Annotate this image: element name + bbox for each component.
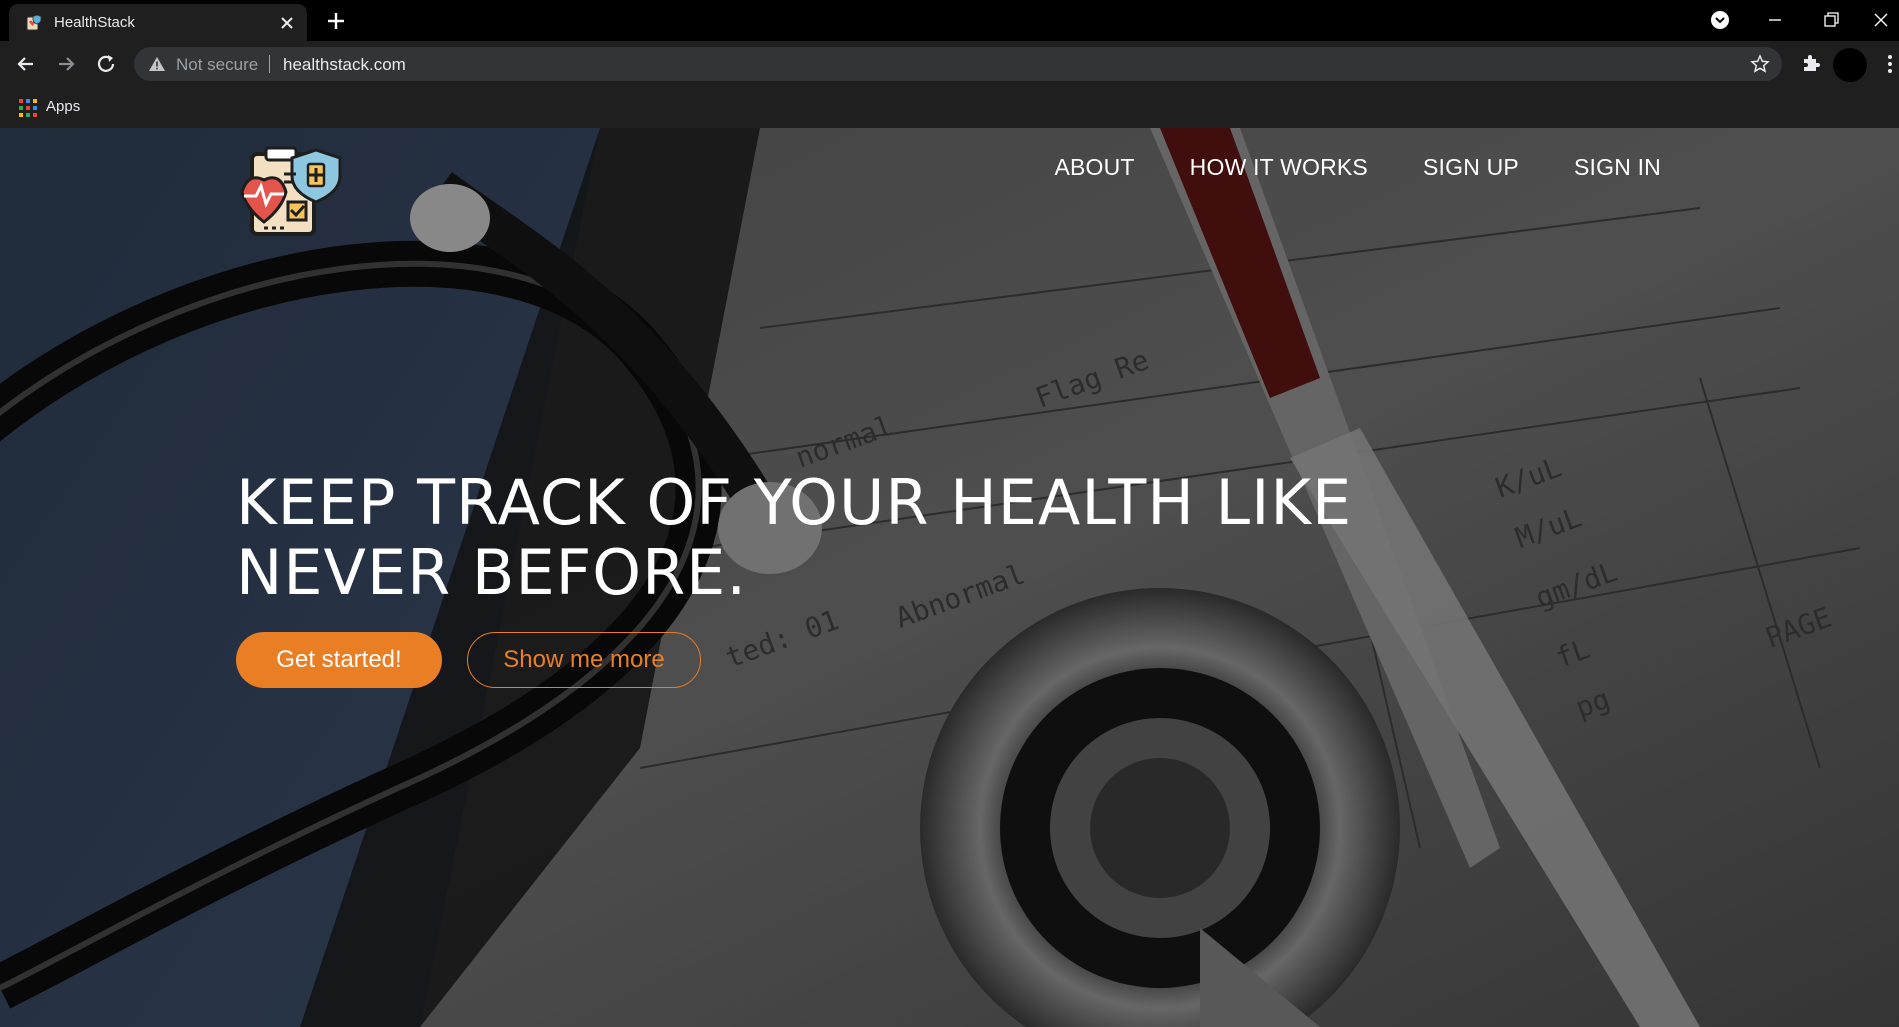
url-text[interactable]: healthstack.com	[283, 55, 406, 75]
tab-search-icon[interactable]	[1705, 7, 1735, 33]
apps-bookmark-label[interactable]: Apps	[46, 98, 80, 115]
nav-sign-in[interactable]: SIGN IN	[1574, 154, 1661, 181]
minimize-icon[interactable]	[1760, 7, 1790, 33]
bookmarks-bar: Apps	[0, 87, 1899, 129]
tab-healthstack[interactable]: HealthStack	[9, 4, 307, 41]
main-nav: ABOUT HOW IT WORKS SIGN UP SIGN IN	[999, 154, 1661, 181]
apps-grid-icon[interactable]	[19, 99, 37, 117]
security-status[interactable]: Not secure	[176, 55, 258, 75]
tab-title: HealthStack	[54, 14, 135, 31]
warning-icon[interactable]	[148, 56, 166, 72]
get-started-button[interactable]: Get started!	[236, 632, 442, 688]
browser-toolbar: Not secure healthstack.com	[0, 41, 1899, 87]
close-window-icon[interactable]	[1866, 7, 1896, 33]
nav-sign-up[interactable]: SIGN UP	[1423, 154, 1519, 181]
restore-icon[interactable]	[1816, 7, 1846, 33]
profile-avatar[interactable]	[1833, 48, 1867, 82]
menu-icon[interactable]	[1886, 51, 1894, 77]
reload-icon[interactable]	[93, 51, 119, 77]
back-icon[interactable]	[13, 51, 39, 77]
nav-about[interactable]: ABOUT	[1054, 154, 1134, 181]
browser-tabbar: HealthStack	[0, 0, 1899, 41]
hero-headline: KEEP TRACK OF YOUR HEALTH LIKE NEVER BEF…	[236, 466, 1353, 609]
address-bar[interactable]: Not secure healthstack.com	[134, 47, 1782, 81]
show-me-more-button[interactable]: Show me more	[467, 632, 701, 688]
nav-how-it-works[interactable]: HOW IT WORKS	[1190, 154, 1368, 181]
star-icon[interactable]	[1750, 54, 1770, 74]
hero-section: K/uL M/uL gm/dL fL pg Abnormal ted: 01 P…	[0, 128, 1899, 1027]
close-icon[interactable]	[277, 13, 297, 33]
health-logo-icon[interactable]	[236, 144, 348, 256]
plus-icon[interactable]	[324, 9, 348, 33]
extensions-icon[interactable]	[1800, 52, 1822, 74]
health-favicon-icon	[26, 14, 42, 31]
omnibox-divider	[269, 55, 270, 73]
forward-icon[interactable]	[53, 51, 79, 77]
